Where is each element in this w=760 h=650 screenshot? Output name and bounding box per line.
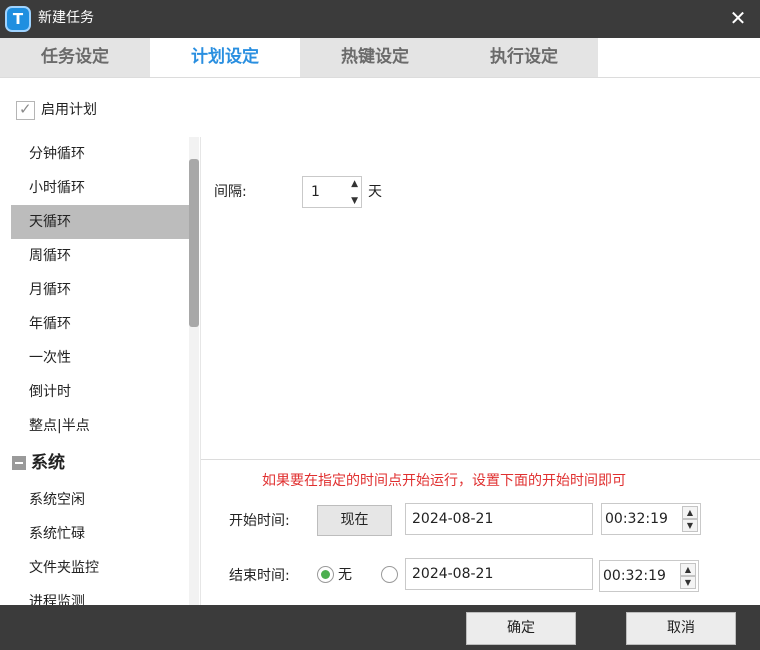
schedule-type-list: 分钟循环 小时循环 天循环 周循环 月循环 年循环 一次性 倒计时 整点|半点 … xyxy=(11,137,199,605)
tab-bar: 任务设定 计划设定 热键设定 执行设定 xyxy=(0,38,760,78)
stepper-up-icon[interactable]: ▲ xyxy=(351,179,358,189)
start-time-value[interactable]: 00:32:19 xyxy=(605,504,668,534)
enable-plan-checkbox[interactable]: ✓ xyxy=(16,100,35,120)
end-time-label: 结束时间: xyxy=(229,568,290,584)
list-item-minute-loop[interactable]: 分钟循环 xyxy=(11,137,189,171)
app-logo-icon: T xyxy=(5,6,31,32)
list-item-hour-loop[interactable]: 小时循环 xyxy=(11,171,189,205)
interval-stepper[interactable]: 1 ▲ ▼ xyxy=(302,176,362,208)
checkmark-icon: ✓ xyxy=(19,100,32,118)
list-item-one-time[interactable]: 一次性 xyxy=(11,341,189,375)
time-up-icon[interactable]: ▲ xyxy=(680,563,696,576)
interval-label: 间隔: xyxy=(214,184,247,200)
tab-task-settings[interactable]: 任务设定 xyxy=(0,38,150,77)
end-date-radio[interactable] xyxy=(381,566,398,583)
group-label: 系统 xyxy=(31,453,65,473)
list-item-on-hour-half[interactable]: 整点|半点 xyxy=(11,409,189,443)
close-icon[interactable]: ✕ xyxy=(726,6,750,30)
end-time-value[interactable]: 00:32:19 xyxy=(603,561,666,591)
now-button[interactable]: 现在 xyxy=(317,505,392,536)
title-bar: T 新建任务 ✕ xyxy=(0,0,760,38)
tab-execution-settings[interactable]: 执行设定 xyxy=(450,38,598,77)
interval-unit: 天 xyxy=(368,184,382,200)
time-down-icon[interactable]: ▼ xyxy=(682,519,698,532)
ok-button[interactable]: 确定 xyxy=(466,612,576,645)
list-item-folder-monitor[interactable]: 文件夹监控 xyxy=(11,551,189,585)
end-time-field[interactable]: 00:32:19 ▲ ▼ xyxy=(599,560,699,592)
list-item-process-monitor[interactable]: 进程监测 xyxy=(11,585,189,605)
scrollbar-thumb[interactable] xyxy=(189,159,199,327)
tab-schedule-settings[interactable]: 计划设定 xyxy=(150,38,300,77)
list-item-system-idle[interactable]: 系统空闲 xyxy=(11,483,189,517)
enable-plan-label: 启用计划 xyxy=(41,102,97,118)
list-scrollbar[interactable] xyxy=(189,137,199,605)
stepper-down-icon[interactable]: ▼ xyxy=(351,196,358,206)
tab-hotkey-settings[interactable]: 热键设定 xyxy=(300,38,450,77)
cancel-button[interactable]: 取消 xyxy=(626,612,736,645)
end-date-field[interactable]: 2024-08-21 xyxy=(405,558,593,590)
time-down-icon[interactable]: ▼ xyxy=(680,576,696,589)
new-task-dialog: T 新建任务 ✕ 任务设定 计划设定 热键设定 执行设定 ✓ 启用计划 分钟循环… xyxy=(0,0,760,650)
collapse-icon[interactable] xyxy=(12,456,26,470)
list-item-day-loop[interactable]: 天循环 xyxy=(11,205,189,239)
start-time-hint: 如果要在指定的时间点开始运行，设置下面的开始时间即可 xyxy=(262,473,626,489)
start-time-label: 开始时间: xyxy=(229,513,290,529)
window-title: 新建任务 xyxy=(38,10,94,26)
end-none-label: 无 xyxy=(338,567,352,583)
list-item-week-loop[interactable]: 周循环 xyxy=(11,239,189,273)
panel-divider xyxy=(200,137,201,605)
interval-value[interactable]: 1 xyxy=(311,177,320,207)
list-item-system-busy[interactable]: 系统忙碌 xyxy=(11,517,189,551)
list-item-year-loop[interactable]: 年循环 xyxy=(11,307,189,341)
start-time-field[interactable]: 00:32:19 ▲ ▼ xyxy=(601,503,701,535)
section-divider xyxy=(201,459,760,460)
start-date-field[interactable]: 2024-08-21 xyxy=(405,503,593,535)
list-item-month-loop[interactable]: 月循环 xyxy=(11,273,189,307)
time-up-icon[interactable]: ▲ xyxy=(682,506,698,519)
end-none-radio[interactable] xyxy=(317,566,334,583)
list-item-countdown[interactable]: 倒计时 xyxy=(11,375,189,409)
